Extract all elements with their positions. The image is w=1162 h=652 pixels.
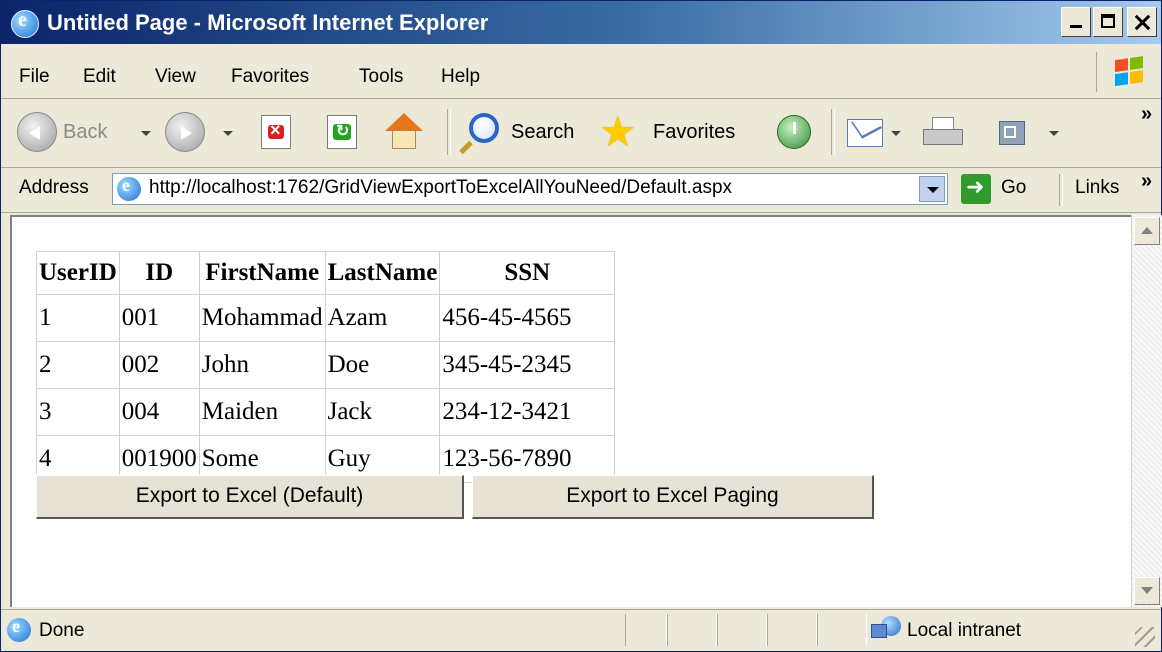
cell-ssn: 456-45-4565: [439, 294, 616, 342]
status-text: Done: [39, 620, 85, 641]
refresh-icon[interactable]: [327, 115, 357, 149]
scroll-up-button[interactable]: [1134, 217, 1160, 245]
close-button[interactable]: [1127, 7, 1157, 37]
links-separator: [1059, 174, 1063, 206]
minimize-button[interactable]: [1061, 7, 1091, 37]
cell-ssn: 234-12-3421: [439, 388, 616, 436]
window-controls: [1061, 7, 1157, 37]
cell-id: 004: [118, 388, 200, 436]
cell-id: 002: [118, 341, 200, 389]
table-row: 3 004 Maiden Jack 234-12-3421: [36, 388, 616, 436]
page-icon: [117, 175, 141, 201]
mail-dropdown-icon[interactable]: [891, 131, 901, 136]
address-bar: Address http://localhost:1762/GridViewEx…: [1, 168, 1161, 213]
forward-dropdown-icon[interactable]: [223, 131, 233, 136]
menu-help[interactable]: Help: [441, 66, 480, 88]
favorites-label[interactable]: Favorites: [653, 121, 735, 144]
menu-favorites[interactable]: Favorites: [231, 66, 309, 88]
menu-tools[interactable]: Tools: [359, 66, 403, 88]
toolbar-overflow-icon[interactable]: »: [1141, 103, 1152, 126]
security-zone-label: Local intranet: [907, 620, 1022, 641]
cell-id: 001: [118, 294, 200, 342]
status-bar: Done Local intranet: [1, 609, 1161, 652]
cell-userid: 3: [36, 388, 120, 436]
mail-icon[interactable]: [847, 119, 883, 147]
address-dropdown-button[interactable]: [919, 176, 945, 202]
standard-toolbar: Back Search ★ Favorites »: [1, 99, 1161, 168]
scroll-down-button[interactable]: [1134, 577, 1160, 605]
vertical-scrollbar[interactable]: [1131, 215, 1162, 607]
status-pane: [625, 614, 667, 646]
links-button[interactable]: Links: [1075, 177, 1119, 199]
page-content: UserID ID FirstName LastName SSN 1 001 M…: [10, 215, 1131, 607]
menu-edit[interactable]: Edit: [83, 66, 116, 88]
windows-logo-icon: [1096, 52, 1153, 92]
status-pane: [817, 614, 867, 646]
search-label[interactable]: Search: [511, 121, 574, 144]
window-title: Untitled Page - Microsoft Internet Explo…: [47, 10, 489, 35]
table-header-row: UserID ID FirstName LastName SSN: [36, 251, 616, 295]
address-label: Address: [19, 177, 89, 198]
page-status-icon: [7, 616, 31, 642]
back-dropdown-icon[interactable]: [141, 131, 151, 136]
cell-firstname: Mohammad: [198, 294, 326, 342]
links-overflow-icon[interactable]: »: [1141, 170, 1152, 193]
local-intranet-icon: [871, 616, 901, 642]
edit-dropdown-icon[interactable]: [1049, 131, 1059, 136]
users-gridview: UserID ID FirstName LastName SSN 1 001 M…: [36, 251, 616, 483]
cell-firstname: Maiden: [198, 388, 326, 436]
cell-ssn: 345-45-2345: [439, 341, 616, 389]
internet-explorer-icon: [11, 9, 39, 38]
edit-icon[interactable]: [999, 121, 1025, 145]
table-row: 2 002 John Doe 345-45-2345: [36, 341, 616, 389]
toolbar-separator: [447, 109, 451, 155]
cell-firstname: John: [198, 341, 326, 389]
column-header-id: ID: [118, 251, 200, 295]
cell-lastname: Jack: [324, 388, 441, 436]
forward-arrow-icon[interactable]: [165, 112, 205, 152]
table-row: 1 001 Mohammad Azam 456-45-4565: [36, 294, 616, 342]
column-header-userid: UserID: [36, 251, 120, 295]
menu-bar: File Edit View Favorites Tools Help: [1, 46, 1161, 99]
browser-window: Untitled Page - Microsoft Internet Explo…: [0, 0, 1162, 652]
back-label[interactable]: Back: [63, 121, 107, 144]
favorites-star-icon[interactable]: ★: [599, 111, 637, 153]
column-header-ssn: SSN: [439, 251, 616, 295]
menu-view[interactable]: View: [155, 66, 196, 88]
resize-grip-icon[interactable]: [1135, 627, 1155, 647]
cell-userid: 1: [36, 294, 120, 342]
column-header-lastname: LastName: [324, 251, 441, 295]
maximize-button[interactable]: [1093, 7, 1123, 37]
export-excel-paging-button[interactable]: Export to Excel Paging: [472, 475, 874, 519]
go-button[interactable]: Go: [1001, 177, 1026, 199]
status-pane: [767, 614, 817, 646]
menu-file[interactable]: File: [19, 66, 50, 88]
status-pane: [667, 614, 717, 646]
stop-icon[interactable]: [261, 115, 291, 149]
cell-userid: 2: [36, 341, 120, 389]
back-arrow-icon[interactable]: [17, 112, 57, 152]
column-header-firstname: FirstName: [198, 251, 326, 295]
title-bar[interactable]: Untitled Page - Microsoft Internet Explo…: [1, 1, 1161, 44]
cell-lastname: Doe: [324, 341, 441, 389]
status-pane: [717, 614, 767, 646]
address-input[interactable]: http://localhost:1762/GridViewExportToEx…: [112, 173, 948, 205]
address-url[interactable]: http://localhost:1762/GridViewExportToEx…: [149, 177, 732, 199]
cell-lastname: Azam: [324, 294, 441, 342]
toolbar-separator: [831, 109, 835, 155]
history-icon[interactable]: [777, 115, 811, 149]
export-excel-default-button[interactable]: Export to Excel (Default): [36, 475, 464, 519]
go-arrow-icon[interactable]: [961, 174, 991, 204]
search-icon[interactable]: [459, 113, 503, 157]
home-icon[interactable]: [385, 113, 423, 151]
print-icon[interactable]: [923, 117, 963, 149]
